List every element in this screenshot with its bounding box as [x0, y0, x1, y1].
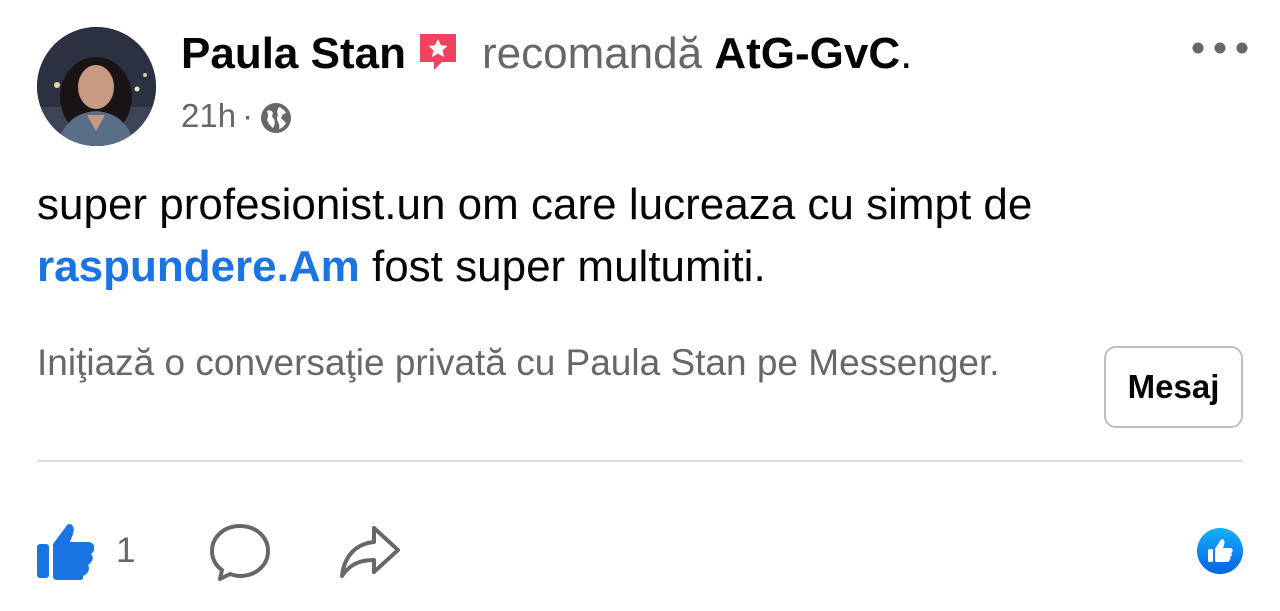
messenger-prompt: Iniţiază o conversaţie privată cu Paula …	[37, 342, 1000, 383]
meta-separator: ·	[242, 97, 254, 134]
comment-icon	[210, 524, 270, 581]
avatar-photo	[37, 27, 156, 146]
divider	[37, 460, 1243, 462]
share-icon	[340, 526, 400, 578]
post-header: Paula Stan recomandă AtG-GvC.	[181, 26, 912, 88]
more-options-button[interactable]	[1188, 30, 1252, 66]
recommend-badge-icon	[416, 30, 460, 88]
message-button[interactable]: Mesaj	[1104, 346, 1243, 428]
comment-button[interactable]	[209, 522, 271, 587]
page-name-link[interactable]: AtG-GvC	[714, 29, 900, 78]
post-text-line1: super profesionist.un om care lucreaza c…	[37, 180, 1033, 229]
like-button[interactable]	[37, 520, 97, 585]
post-meta: 21h ·	[181, 94, 293, 146]
post-text-link[interactable]: raspundere.Am	[37, 242, 360, 291]
globe-icon	[259, 101, 293, 146]
author-name-link[interactable]: Paula Stan	[181, 29, 406, 78]
recommends-label: recomandă	[481, 29, 703, 78]
post-text-rest: fost super multumiti.	[359, 242, 766, 291]
like-reaction-icon[interactable]	[1196, 527, 1244, 580]
like-count: 1	[116, 531, 136, 570]
author-avatar[interactable]	[37, 27, 156, 146]
trailing-dot: .	[900, 29, 913, 78]
post-body: super profesionist.un om care lucreaza c…	[37, 174, 1237, 298]
post-time[interactable]: 21h	[181, 97, 236, 134]
more-dots-icon	[1192, 42, 1248, 54]
share-button[interactable]	[338, 522, 402, 587]
thumbs-up-icon	[37, 524, 95, 580]
